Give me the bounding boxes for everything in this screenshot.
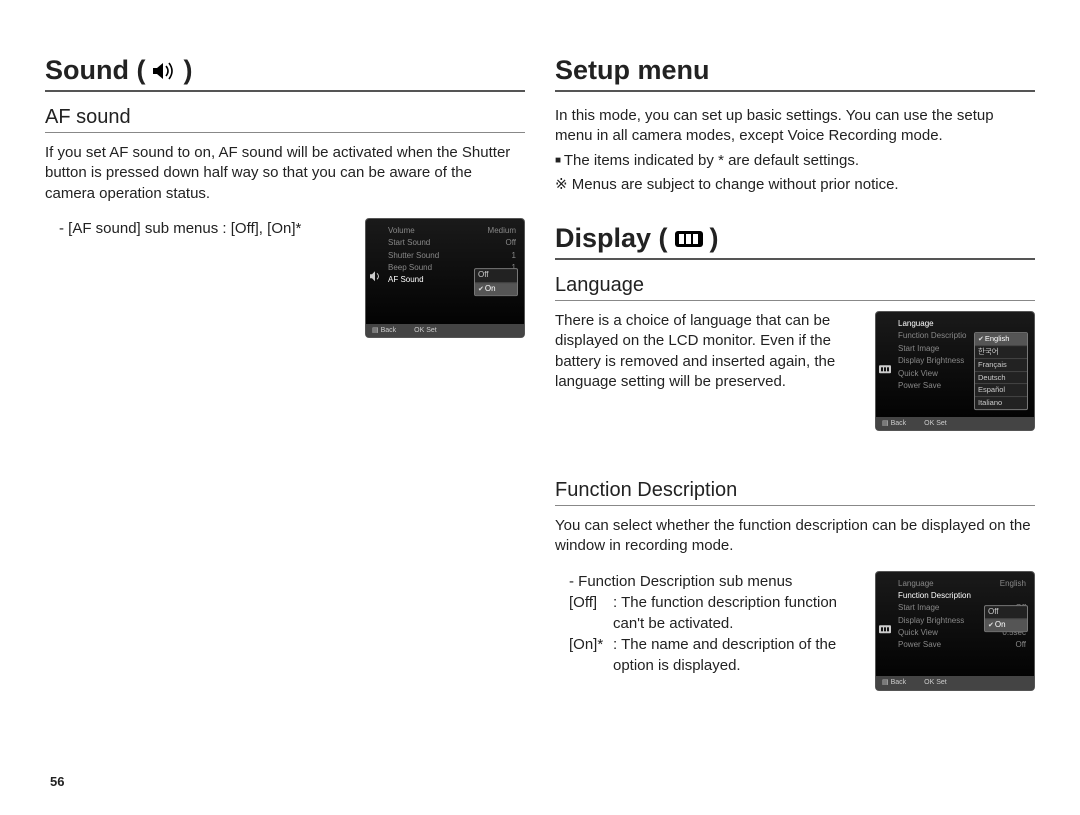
lcd-row-label: Power Save <box>898 640 941 650</box>
lcd-footer: ▤ Back OK Set <box>876 676 1034 689</box>
footer-back: Back <box>891 420 907 427</box>
function-description-body: You can select whether the function desc… <box>555 516 1035 557</box>
popup-option: Off <box>475 270 517 283</box>
popup-option: 한국어 <box>975 346 1027 359</box>
language-heading: Language <box>555 274 1035 301</box>
af-sound-body: If you set AF sound to on, AF sound will… <box>45 143 525 204</box>
popup-option: Français <box>975 359 1027 372</box>
lcd-popup: Off On <box>474 269 518 297</box>
lcd-row-label: AF Sound <box>388 275 424 285</box>
footer-set: Set <box>426 327 437 334</box>
display-mini-icon <box>879 364 891 377</box>
lcd-row-label: Start Image <box>898 603 939 613</box>
fd-on-label: [On]* <box>569 634 609 676</box>
lcd-row-label: Power Save <box>898 381 941 391</box>
lcd-row-label: Display Brightness <box>898 616 964 626</box>
lcd-sound-screenshot: Volume Medium Start Sound Off Shutter Soun… <box>365 218 525 338</box>
fd-off-text: : The function description function can'… <box>613 592 861 634</box>
lcd-row-label: Function Descriptio <box>898 331 966 341</box>
footer-back: Back <box>891 679 907 686</box>
language-body: There is a choice of language that can b… <box>555 311 861 392</box>
lcd-row-value: 1 <box>512 251 516 261</box>
fd-row: - Function Description sub menus [Off] :… <box>555 571 1035 691</box>
right-column: Setup menu In this mode, you can set up … <box>555 55 1035 691</box>
display-title-close: ) <box>710 223 719 254</box>
lcd-row-value: English <box>1000 579 1026 589</box>
lcd-popup: Off On <box>984 605 1028 633</box>
lcd-row-value: Off <box>1015 640 1026 650</box>
lcd-language-screenshot: Language Function Descriptio Start Image… <box>875 311 1035 431</box>
lcd-row-label: Start Image <box>898 344 939 354</box>
popup-option: Italiano <box>975 397 1027 409</box>
lcd-row-value: Off <box>505 238 516 248</box>
display-title-text: Display ( <box>555 223 668 254</box>
popup-option-selected: On <box>985 619 1027 631</box>
lcd-row-value: Medium <box>488 226 516 236</box>
setup-bullet-default: The items indicated by * are default set… <box>555 151 1035 171</box>
popup-option: Español <box>975 384 1027 397</box>
language-row: There is a choice of language that can b… <box>555 311 1035 431</box>
display-title: Display ( ) <box>555 223 1035 260</box>
popup-option-selected: On <box>475 283 517 295</box>
lcd-row-label: Display Brightness <box>898 356 964 366</box>
af-row: - [AF sound] sub menus : [Off], [On]* Vo… <box>45 218 525 338</box>
lcd-footer: ▤ Back OK Set <box>366 324 524 337</box>
setup-body: In this mode, you can set up basic setti… <box>555 106 1035 147</box>
fd-off-label: [Off] <box>569 592 609 634</box>
function-description-heading: Function Description <box>555 479 1035 506</box>
lcd-row-label: Beep Sound <box>388 263 432 273</box>
fd-sub-intro: - Function Description sub menus <box>569 571 861 592</box>
page-number: 56 <box>50 774 64 789</box>
left-column: Sound ( ) AF sound If you set AF sound t… <box>45 55 525 691</box>
popup-option: Deutsch <box>975 372 1027 385</box>
footer-set: Set <box>936 420 947 427</box>
lcd-row-label: Volume <box>388 226 415 236</box>
setup-menu-title: Setup menu <box>555 55 1035 92</box>
lcd-row-label: Shutter Sound <box>388 251 439 261</box>
lcd-row-label: Quick View <box>898 369 938 379</box>
setup-bullet-notice: Menus are subject to change without prio… <box>555 175 1035 195</box>
popup-option: Off <box>985 606 1027 619</box>
lcd-row-label: Language <box>898 579 934 589</box>
setup-notes: In this mode, you can set up basic setti… <box>555 106 1035 195</box>
lcd-row-label: Language <box>898 319 934 329</box>
sound-title: Sound ( ) <box>45 55 525 92</box>
sound-title-text: Sound ( <box>45 55 145 86</box>
lcd-footer: ▤ Back OK Set <box>876 417 1034 430</box>
fd-on-text: : The name and description of the option… <box>613 634 861 676</box>
speaker-mini-icon <box>369 270 381 285</box>
lcd-function-description-screenshot: Language English Function Description Sta… <box>875 571 1035 691</box>
display-icon <box>674 228 704 250</box>
speaker-icon <box>151 60 177 82</box>
fd-submenu-block: - Function Description sub menus [Off] :… <box>555 571 861 676</box>
lcd-row-label: Start Sound <box>388 238 430 248</box>
footer-set: Set <box>936 679 947 686</box>
footer-back: Back <box>381 327 397 334</box>
display-mini-icon <box>879 624 891 637</box>
af-submenu-text: - [AF sound] sub menus : [Off], [On]* <box>45 218 351 239</box>
af-sound-heading: AF sound <box>45 106 525 133</box>
sound-title-close: ) <box>183 55 192 86</box>
lcd-row-label: Quick View <box>898 628 938 638</box>
lcd-popup: English 한국어 Français Deutsch Español Ita… <box>974 332 1028 410</box>
popup-option-selected: English <box>975 333 1027 346</box>
manual-page: Sound ( ) AF sound If you set AF sound t… <box>0 0 1080 711</box>
lcd-row-label: Function Description <box>898 591 971 601</box>
